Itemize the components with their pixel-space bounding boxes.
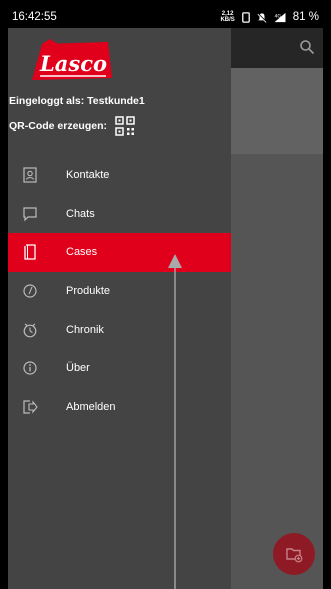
menu-item-label: Kontakte <box>66 169 110 182</box>
logout-icon <box>22 399 38 415</box>
menu-item-label: Chats <box>66 207 95 220</box>
vibrate-icon <box>241 11 251 23</box>
menu-item-label: Cases <box>66 246 98 259</box>
info-icon <box>22 360 38 376</box>
menu-item-chats[interactable]: Chats <box>8 195 231 234</box>
battery-level: 81 % <box>292 11 319 23</box>
menu-item-produkte[interactable]: Produkte <box>8 272 231 311</box>
navigation-drawer: Lasco Eingeloggt als: Testkunde1 QR-Code… <box>8 28 231 589</box>
menu-item-label: Über <box>66 362 90 375</box>
qr-code-label: QR-Code erzeugen: <box>9 120 108 132</box>
menu-item-label: Chronik <box>66 323 104 336</box>
menu-item-abmelden[interactable]: Abmelden <box>8 388 231 427</box>
cases-icon <box>22 244 38 261</box>
svg-text:4G: 4G <box>274 13 281 19</box>
logged-in-label: Eingeloggt als: Testkunde1 <box>9 95 145 107</box>
mute-icon <box>257 12 267 23</box>
status-icons: 2,12 KB/S 4G 81 % <box>220 11 319 23</box>
status-time: 16:42:55 <box>12 11 57 23</box>
menu-item-cases[interactable]: Cases <box>8 233 231 272</box>
pointer-arrow-annotation <box>168 254 182 589</box>
folder-add-icon <box>286 548 303 563</box>
network-speed: 2,12 KB/S <box>220 11 235 23</box>
qr-code-row[interactable]: QR-Code erzeugen: <box>9 116 135 136</box>
menu-item-label: Abmelden <box>66 400 116 413</box>
menu-item-ueber[interactable]: Über <box>8 349 231 388</box>
menu-item-label: Produkte <box>66 285 111 298</box>
app-screen: Lasco Eingeloggt als: Testkunde1 QR-Code… <box>8 28 323 589</box>
chat-icon <box>22 206 38 222</box>
signal-icon: 4G <box>273 12 287 23</box>
add-case-button[interactable] <box>273 533 315 575</box>
products-icon <box>22 283 38 299</box>
status-bar: 16:42:55 2,12 KB/S 4G 81 % <box>8 6 323 28</box>
contacts-icon <box>22 167 38 183</box>
search-icon[interactable] <box>299 39 315 55</box>
lasco-logo: Lasco <box>28 38 114 86</box>
menu-item-chronik[interactable]: Chronik <box>8 310 231 349</box>
menu-item-kontakte[interactable]: Kontakte <box>8 156 231 195</box>
svg-text:Lasco: Lasco <box>39 51 107 76</box>
qr-code-icon[interactable] <box>115 116 135 136</box>
history-icon <box>22 322 38 338</box>
drawer-menu: Kontakte Chats Cases Produkte Chronik Üb… <box>8 156 231 426</box>
